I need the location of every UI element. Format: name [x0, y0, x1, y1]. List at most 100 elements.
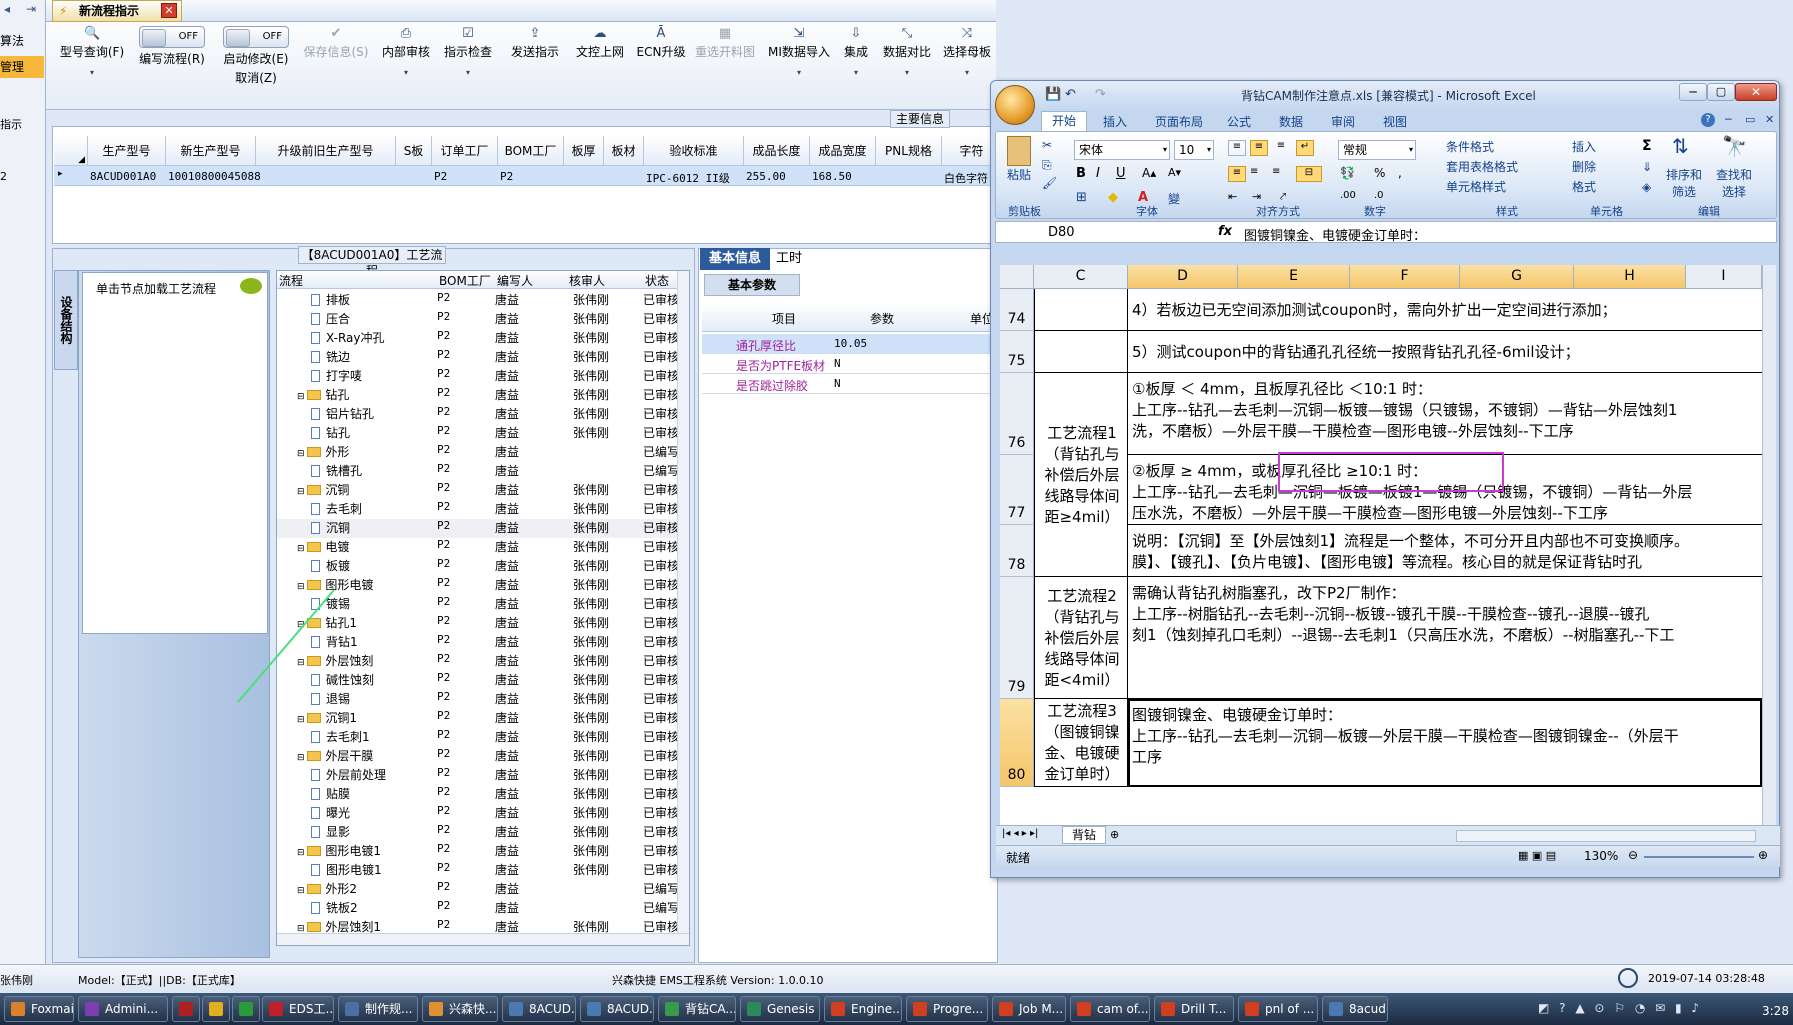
main-info-cell[interactable]: P2	[434, 170, 447, 183]
taskbar-button[interactable]: pnl of ...	[1238, 996, 1318, 1022]
cell-text-line[interactable]: 刻1（蚀刻掉孔口毛刺）--退锡--去毛刺1（只高压水洗，不磨板）--树脂塞孔--…	[1132, 625, 1674, 646]
find-select-button[interactable]: 查找和选择	[1714, 166, 1754, 200]
main-info-cell[interactable]: P2	[500, 170, 513, 183]
name-box[interactable]: D80	[1048, 225, 1075, 240]
sheet-vscrollbar[interactable]	[1762, 265, 1776, 825]
ecn-upgrade-button[interactable]: Ā ECN升级	[634, 26, 688, 106]
menu-formula[interactable]: 公式	[1227, 113, 1251, 130]
tree-row[interactable]: ⊟ 钻孔 P2 唐益 张伟刚 已审核	[277, 386, 689, 405]
taskbar-clock[interactable]: 3:28	[1762, 1004, 1789, 1018]
col-header[interactable]: PNL规格	[876, 136, 942, 166]
merged-process-label[interactable]: 线路导体间	[1040, 486, 1124, 507]
col-bom[interactable]: BOM工厂	[439, 272, 491, 289]
merged-process-label[interactable]: 工艺流程1	[1040, 423, 1124, 444]
column-header[interactable]: C	[1034, 265, 1128, 289]
merged-process-label[interactable]: 金、电镀硬	[1040, 743, 1124, 764]
font-grow-icon[interactable]: A▴	[1142, 166, 1156, 180]
nav-item-manage[interactable]: 管理	[0, 56, 44, 78]
undo-icon[interactable]: ↶	[1065, 87, 1076, 102]
cell-text-line[interactable]: 压水洗，不磨板）—外层干膜—干膜检查—图形电镀—外层蚀刻--下工序	[1132, 503, 1608, 524]
taskbar-button[interactable]: 8ACUD...	[580, 996, 654, 1022]
save-icon[interactable]: 💾	[1045, 87, 1061, 102]
row-header[interactable]: 74	[1000, 289, 1034, 331]
maximize-button[interactable]: ▢	[1707, 83, 1735, 101]
ribbon-restore-icon[interactable]: ▭	[1745, 113, 1755, 126]
tree-row[interactable]: 贴膜 P2 唐益 张伟刚 已审核	[277, 785, 689, 804]
col-header[interactable]: 成品宽度	[810, 136, 876, 166]
cell-text-line[interactable]: 需确认背钻孔树脂塞孔，改下P2厂制作：	[1132, 583, 1406, 604]
write-flow-toggle[interactable]: OFF 编写流程(R)	[132, 26, 212, 106]
percent-icon[interactable]: %	[1374, 166, 1385, 180]
row-header[interactable]: 80	[1000, 699, 1034, 787]
tree-row[interactable]: 板镀 P2 唐益 张伟刚 已审核	[277, 557, 689, 576]
font-shrink-icon[interactable]: A▾	[1168, 166, 1181, 179]
nav-mini-1[interactable]: 指示	[0, 116, 22, 132]
col-header[interactable]: 新生产型号	[166, 136, 256, 166]
paste-button[interactable]: 粘贴	[1002, 136, 1036, 196]
start-modify-toggle[interactable]: OFF 启动修改(E) 取消(Z)	[216, 26, 296, 106]
main-info-cell[interactable]: 10010800045088	[168, 170, 261, 183]
delete-cells-button[interactable]: 删除	[1572, 158, 1596, 175]
col-header[interactable]: S板	[396, 136, 432, 166]
taskbar-button[interactable]: 8ACUD...	[502, 996, 576, 1022]
tree-row[interactable]: ⊟ 外层干膜 P2 唐益 张伟刚 已审核	[277, 747, 689, 766]
help-icon[interactable]: ?	[1701, 113, 1715, 127]
menu-home[interactable]: 开始	[1041, 111, 1087, 131]
zoom-slider[interactable]	[1644, 856, 1754, 858]
tree-row[interactable]: X-Ray冲孔 P2 唐益 张伟刚 已审核	[277, 329, 689, 348]
tree-row[interactable]: ⊟ 电镀 P2 唐益 张伟刚 已审核	[277, 538, 689, 557]
tree-row[interactable]: 显影 P2 唐益 张伟刚 已审核	[277, 823, 689, 842]
toggle-switch[interactable]: OFF	[223, 26, 289, 48]
merged-process-label[interactable]: 补偿后外层	[1040, 465, 1124, 486]
tree-row[interactable]: ⊟ 沉铜 P2 唐益 张伟刚 已审核	[277, 481, 689, 500]
save-info-button[interactable]: ✔ 保存信息(S)	[300, 26, 372, 106]
tree-row[interactable]: 去毛刺1 P2 唐益 张伟刚 已审核	[277, 728, 689, 747]
align-middle-button[interactable]: ≡	[1250, 140, 1268, 156]
col-header[interactable]: 生产型号	[88, 136, 166, 166]
zoom-level[interactable]: 130%	[1584, 849, 1618, 863]
cell-text-line[interactable]: 4）若板边已无空间添加测试coupon时，需向外扩出一定空间进行添加；	[1132, 300, 1617, 321]
autosum-icon[interactable]: Σ	[1642, 138, 1652, 154]
sheet-hscrollbar[interactable]	[1456, 830, 1756, 842]
param-value[interactable]: 10.05	[834, 337, 867, 350]
side-tab-structure[interactable]: 设备结构	[54, 270, 78, 370]
tree-row[interactable]: 铣板2 P2 唐益 已编写	[277, 899, 689, 918]
param-row[interactable]: 是否跳过除胶 N	[702, 374, 996, 394]
main-info-cell[interactable]: IPC-6012 II级	[646, 170, 730, 186]
sheet-nav-icon[interactable]: |◂ ◂ ▸ ▸|	[1002, 828, 1038, 839]
merged-process-label[interactable]: 金订单时）	[1040, 764, 1124, 785]
conditional-format-button[interactable]: 条件格式	[1446, 138, 1494, 155]
toggle-switch[interactable]: OFF	[139, 26, 205, 48]
publish-online-button[interactable]: ☁ 文控上网	[572, 26, 628, 106]
menu-data[interactable]: 数据	[1279, 113, 1303, 130]
menu-view[interactable]: 视图	[1383, 113, 1407, 130]
taskbar-button[interactable]: 制作规...	[338, 996, 418, 1022]
main-info-cell[interactable]: 白色字符	[944, 170, 988, 186]
col-reviewer[interactable]: 核审人	[569, 272, 605, 289]
mi-import-button[interactable]: ⇲ MI数据导入 ▾	[766, 26, 832, 106]
cell-text-line[interactable]: 5）测试coupon中的背钻通孔孔径统一按照背钻孔孔径-6mil设计；	[1132, 342, 1580, 363]
zoom-in-icon[interactable]: ⊕	[1758, 848, 1768, 862]
align-center-button[interactable]: ≡	[1250, 166, 1258, 177]
tree-row[interactable]: 压合 P2 唐益 张伟刚 已审核	[277, 310, 689, 329]
col-header[interactable]: 验收标准	[644, 136, 744, 166]
logout-icon[interactable]: ⇥	[26, 2, 36, 16]
cell-text-line[interactable]: 说明：【沉铜】至【外层蚀刻1】流程是一个整体，不可分开且内部也不可变换顺序。	[1132, 531, 1689, 552]
tree-row[interactable]: 外层前处理 P2 唐益 张伟刚 已审核	[277, 766, 689, 785]
insert-cells-button[interactable]: 插入	[1572, 138, 1596, 155]
italic-button[interactable]: I	[1096, 166, 1100, 181]
ribbon-minimize-icon[interactable]: ─	[1725, 113, 1732, 126]
col-header[interactable]: 升级前旧生产型号	[256, 136, 396, 166]
tree-row[interactable]: ⊟ 外形2 P2 唐益 已编写	[277, 880, 689, 899]
taskbar-button[interactable]: 兴森快...	[422, 996, 498, 1022]
send-instruction-button[interactable]: ⇪ 发送指示	[504, 26, 566, 106]
view-normal-icon[interactable]: ▦ ▣ ▤	[1518, 849, 1556, 862]
merged-process-label[interactable]: 线路导体间	[1040, 649, 1124, 670]
taskbar-button[interactable]: 背钻CA...	[658, 996, 736, 1022]
merged-process-label[interactable]: （背钻孔与	[1040, 607, 1124, 628]
cell-text-line[interactable]: 洗，不磨板）—外层干膜—干膜检查—图形电镀--外层蚀刻--下工序	[1132, 421, 1574, 442]
col-item[interactable]: 项目	[772, 310, 796, 327]
row-header[interactable]: 79	[1000, 577, 1034, 699]
currency-icon[interactable]: 💱	[1340, 166, 1355, 180]
align-bottom-button[interactable]: ≡	[1272, 140, 1290, 156]
